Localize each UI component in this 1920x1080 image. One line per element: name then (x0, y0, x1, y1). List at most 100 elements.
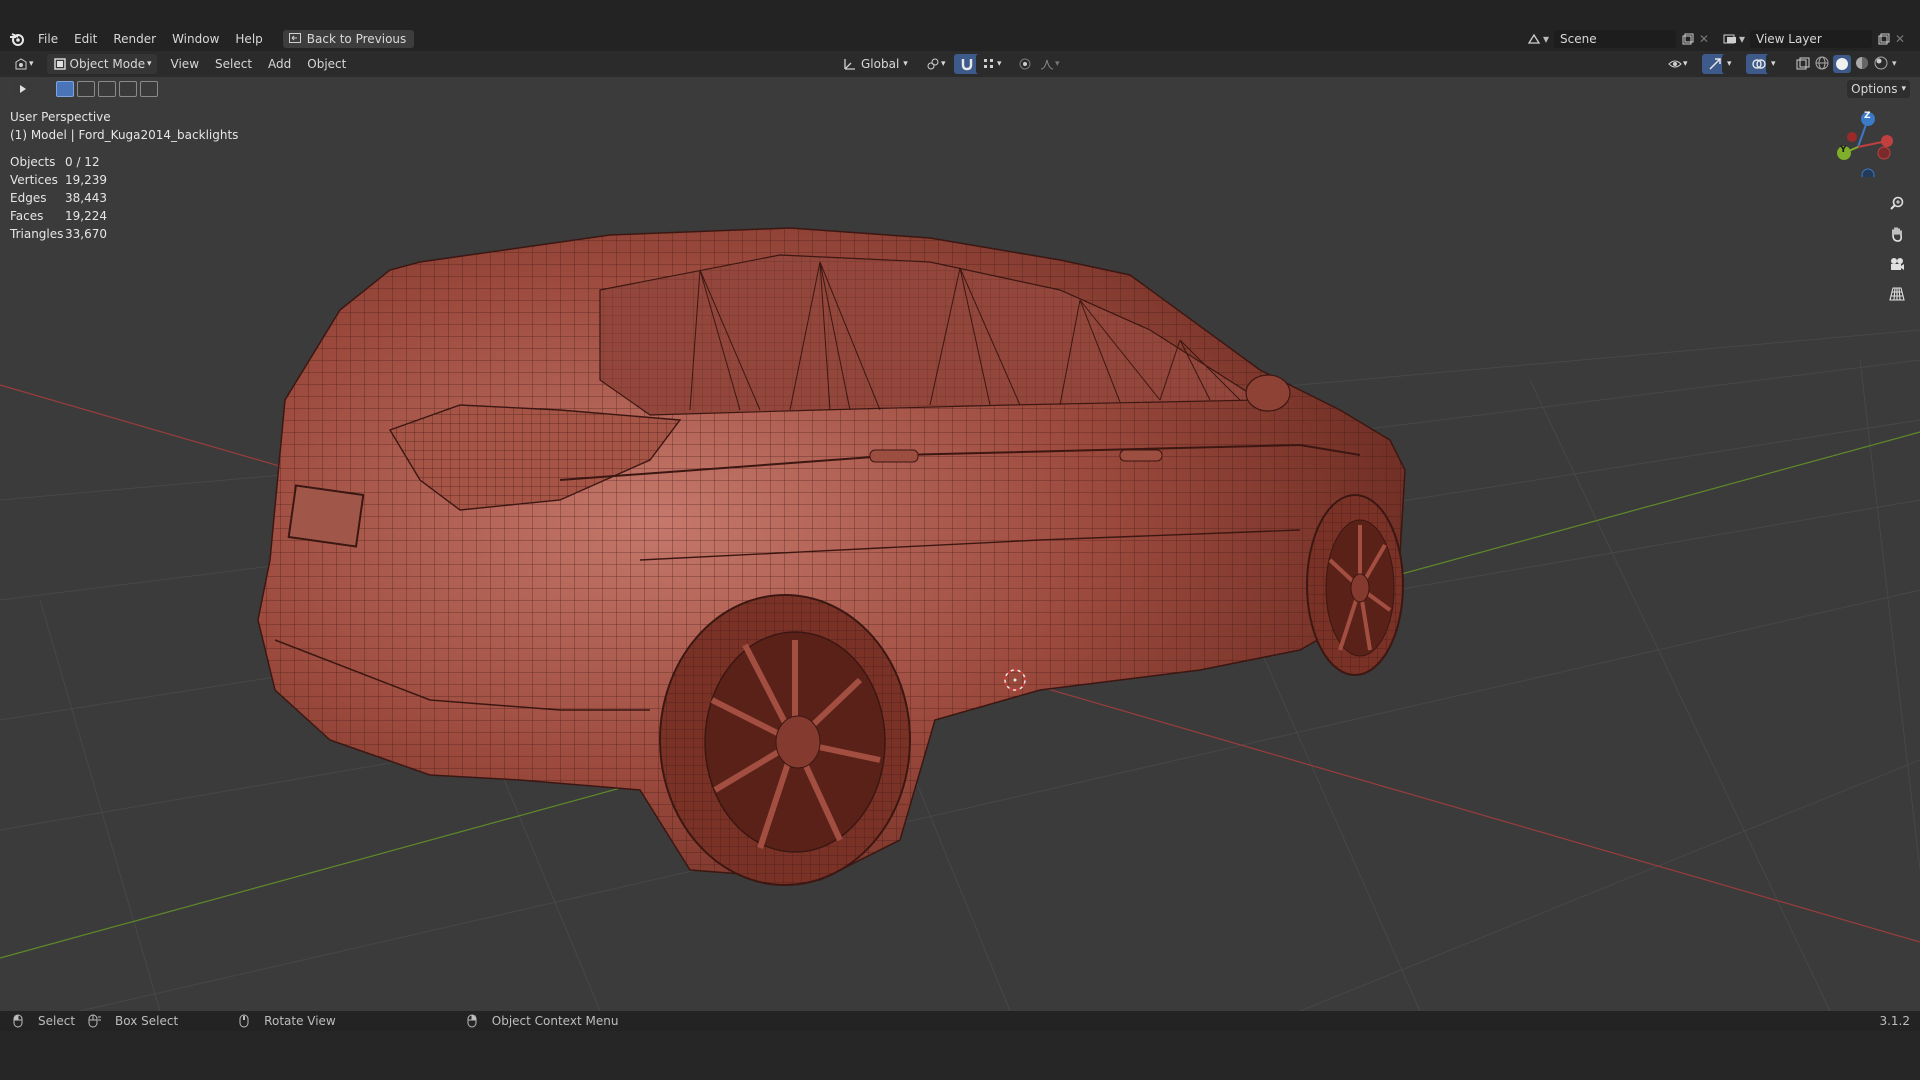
pivot-point-dropdown[interactable]: ▾ (920, 54, 951, 74)
mouse-left-icon (10, 1013, 26, 1029)
chevron-down-icon: ▾ (1727, 59, 1732, 69)
scene-icon (1526, 31, 1542, 47)
transform-orientation-dropdown[interactable]: Global ▾ (836, 54, 913, 74)
stat-label: Triangles (10, 227, 64, 241)
gizmo-z-label: Z (1864, 111, 1871, 121)
header-menu-view[interactable]: View (163, 57, 207, 71)
pan-hand-icon[interactable] (1884, 221, 1910, 247)
3d-viewport[interactable]: User Perspective (1) Model | Ford_Kuga20… (0, 77, 1920, 1011)
zoom-icon[interactable] (1884, 191, 1910, 217)
eye-icon (1667, 56, 1683, 72)
blender-logo-icon[interactable] (4, 27, 30, 51)
selection-mode-extend-icon[interactable] (77, 81, 95, 97)
material-shading-icon[interactable] (1854, 55, 1870, 74)
scene-selector[interactable]: ▾ Scene ✕ (1526, 27, 1712, 51)
scene-name: Scene (1560, 32, 1597, 46)
menu-window[interactable]: Window (164, 27, 227, 51)
camera-view-icon[interactable] (1884, 251, 1910, 277)
new-scene-icon[interactable] (1680, 31, 1696, 47)
car-mesh (257, 227, 1406, 886)
status-select-label: Select (38, 1014, 76, 1028)
editor-type-dropdown[interactable]: ▾ (8, 54, 39, 74)
orientation-label: Global (861, 57, 900, 71)
selection-mode-new-icon[interactable] (56, 81, 74, 97)
pivot-icon (925, 56, 941, 72)
viewport-editor-icon (13, 56, 29, 72)
chevron-down-icon: ▾ (1055, 59, 1060, 69)
solid-shading-icon[interactable] (1833, 55, 1851, 73)
stat-row: Faces 19,224 (10, 207, 107, 225)
snap-grid-icon (981, 56, 997, 72)
stat-row: Vertices 19,239 (10, 171, 107, 189)
stat-label: Faces (10, 209, 44, 223)
close-icon[interactable]: ✕ (1696, 31, 1712, 47)
selection-mode-invert-icon[interactable] (119, 81, 137, 97)
chevron-down-icon[interactable]: ▾ (1892, 59, 1897, 69)
back-icon (288, 32, 301, 46)
gizmo-dropdown[interactable]: ▾ (1722, 54, 1737, 74)
select-tool-icon[interactable] (14, 81, 32, 97)
falloff-dropdown[interactable]: ▾ (1034, 54, 1065, 74)
perspective-toggle-icon[interactable] (1884, 281, 1910, 307)
gizmo-y-label: Y (1840, 145, 1847, 155)
version-label: 3.1.2 (1879, 1014, 1910, 1028)
view-layer-name-field[interactable]: View Layer (1750, 30, 1872, 48)
status-box-select-label: Box Select (115, 1014, 179, 1028)
scene-name-field[interactable]: Scene (1554, 30, 1676, 48)
stat-value: 38,443 (65, 191, 107, 205)
chevron-down-icon: ▾ (29, 59, 34, 69)
visibility-dropdown[interactable]: ▾ (1662, 54, 1693, 74)
back-to-previous-button[interactable]: Back to Previous (282, 30, 415, 48)
mode-label: Object Mode (69, 57, 146, 71)
stat-label: Objects (10, 155, 56, 169)
new-view-layer-icon[interactable] (1876, 31, 1892, 47)
selection-mode-subtract-icon[interactable] (98, 81, 116, 97)
proportional-edit-icon (1017, 56, 1033, 72)
object-mode-icon (52, 56, 68, 72)
perspective-label: User Perspective (10, 110, 111, 124)
chevron-down-icon: ▾ (1771, 59, 1776, 69)
close-icon[interactable]: ✕ (1892, 31, 1908, 47)
xray-icon (1795, 56, 1811, 72)
mouse-drag-icon (87, 1013, 103, 1029)
stat-value: 33,670 (65, 227, 107, 241)
snap-target-dropdown[interactable]: ▾ (976, 54, 1007, 74)
overlays-dropdown[interactable]: ▾ (1766, 54, 1781, 74)
status-context-menu-hint: Object Context Menu (464, 1013, 619, 1029)
rendered-shading-icon[interactable] (1873, 55, 1889, 74)
xray-toggle[interactable] (1790, 54, 1816, 74)
overlays-icon (1751, 56, 1767, 72)
mouse-right-icon (464, 1013, 480, 1029)
menu-help[interactable]: Help (227, 27, 270, 51)
stat-value: 0 / 12 (65, 155, 100, 169)
tool-settings-bar: Options ▾ (0, 77, 1920, 101)
selection-mode-group (56, 81, 161, 97)
stat-row: Objects 0 / 12 (10, 153, 107, 171)
mode-dropdown[interactable]: Object Mode ▾ (46, 54, 157, 74)
chevron-down-icon: ▾ (147, 59, 152, 69)
front-wheel (1306, 494, 1404, 676)
options-label: Options (1851, 82, 1898, 96)
options-dropdown[interactable]: Options ▾ (1847, 80, 1910, 98)
stat-row: Triangles 33,670 (10, 225, 107, 243)
stat-label: Vertices (10, 173, 58, 187)
header-menu-add[interactable]: Add (260, 57, 299, 71)
mouse-middle-icon (236, 1013, 252, 1029)
view-layer-icon (1722, 31, 1738, 47)
menu-edit[interactable]: Edit (66, 27, 105, 51)
viewport-canvas (0, 227, 1920, 1011)
chevron-down-icon: ▾ (997, 59, 1002, 69)
status-context-menu-label: Object Context Menu (491, 1014, 619, 1028)
navigation-gizmo[interactable]: Z Y (1830, 107, 1910, 182)
selection-mode-intersect-icon[interactable] (140, 81, 158, 97)
stat-row: Edges 38,443 (10, 189, 107, 207)
menu-file[interactable]: File (30, 27, 66, 51)
view-layer-selector[interactable]: ▾ View Layer ✕ (1722, 27, 1908, 51)
view-layer-name: View Layer (1756, 32, 1822, 46)
header-menu-select[interactable]: Select (207, 57, 260, 71)
wireframe-shading-icon[interactable] (1814, 55, 1830, 74)
header-menu-object[interactable]: Object (299, 57, 354, 71)
viewport-header: ▾ Object Mode ▾ View Select Add Object G… (0, 51, 1920, 77)
menu-render[interactable]: Render (105, 27, 164, 51)
chevron-down-icon: ▾ (1683, 59, 1688, 69)
